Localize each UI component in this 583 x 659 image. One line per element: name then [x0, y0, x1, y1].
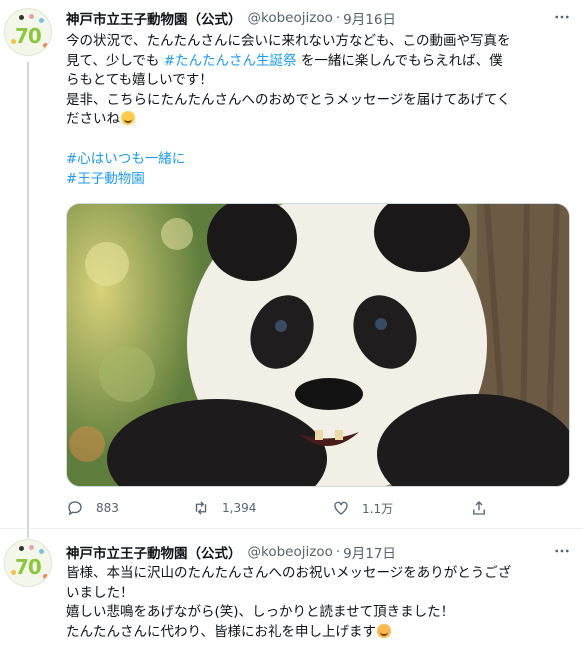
text-segment: ださいね [66, 111, 120, 127]
tweet-text: 今の状況で、たんたんさんに会いに来れない方なども、この動画や写真を 見て、少しで… [66, 32, 578, 130]
tweet-text-line: いました！ [66, 584, 134, 601]
avatar[interactable]: 70 [4, 8, 52, 56]
hashtag-link[interactable]: #王子動物園 [66, 170, 578, 190]
more-icon[interactable] [550, 8, 574, 28]
reply-count: 883 [96, 501, 119, 515]
tweet-1[interactable]: 70 神戸市立王子動物園（公式） @kobeojizoo · 9月16日 今の状… [0, 0, 583, 538]
heart-icon [334, 501, 348, 515]
text-segment: たんたんさんに代わり、皆様にお礼を申し上げます [66, 623, 376, 640]
retweet-count: 1,394 [222, 501, 257, 515]
tweet-2[interactable]: 70 神戸市立王子動物園（公式） @kobeojizoo · 9月17日 皆様、… [0, 529, 583, 659]
hashtag-link[interactable]: #心はいつも一緒に [66, 150, 578, 170]
hashtag-list: #心はいつも一緒に #王子動物園 [66, 150, 578, 189]
author-handle[interactable]: @kobeojizoo [248, 544, 333, 560]
text-segment: 見て、少しでも [66, 52, 164, 69]
avatar[interactable]: 70 [4, 539, 52, 587]
retweet-button[interactable]: 1,394 [192, 498, 256, 518]
reply-icon [68, 501, 82, 516]
author-handle[interactable]: @kobeojizoo [248, 10, 333, 26]
share-icon [473, 501, 485, 515]
smile-emoji-icon [376, 623, 391, 638]
tweet-text-line: ださいね [66, 110, 578, 130]
tweet-photo[interactable] [66, 203, 570, 487]
reply-button[interactable]: 883 [66, 498, 119, 518]
tweet-text-line: らもとても嬉しいです！ [66, 72, 213, 88]
text-segment: を一緒に楽しんでもらえれば、僕 [296, 52, 503, 69]
tweet-text-line: 今の状況で、たんたんさんに会いに来れない方なども、この動画や写真を [66, 33, 511, 49]
separator-dot: · [335, 10, 341, 26]
tweet-date[interactable]: 9月16日 [343, 8, 396, 28]
tweet-text: 皆様、本当に沢山のたんたんさんへのお祝いメッセージをありがとうござ いました！ … [66, 564, 578, 642]
hashtag-link[interactable]: #たんたんさん生誕祭 [164, 53, 297, 69]
tweet-text-line: 見て、少しでも #たんたんさん生誕祭 を一緒に楽しんでもらえれば、僕 [66, 52, 578, 72]
like-count: 1.1万 [362, 501, 394, 516]
avatar-logo-text: 70 [15, 24, 42, 48]
tweet-header: 神戸市立王子動物園（公式） @kobeojizoo · 9月17日 [66, 542, 396, 562]
author-name[interactable]: 神戸市立王子動物園（公式） [66, 542, 242, 562]
separator-dot: · [335, 544, 341, 560]
tweet-text-line: 嬉しい悲鳴をあげながら(笑)、しっかりと読ませて頂きました！ [66, 604, 455, 620]
tweet-actions: 883 1,394 1.1万 [66, 498, 526, 518]
retweet-icon [195, 501, 207, 515]
thread-connector-line [27, 62, 29, 538]
tweet-text-line: たんたんさんに代わり、皆様にお礼を申し上げます [66, 623, 578, 643]
tweet-text-line: 是非、こちらにたんたんさんへのおめでとうメッセージを届けてあげてく [66, 91, 511, 108]
avatar-logo-text: 70 [15, 555, 42, 579]
author-name[interactable]: 神戸市立王子動物園（公式） [66, 8, 242, 28]
more-icon[interactable] [550, 542, 574, 562]
tweet-header: 神戸市立王子動物園（公式） @kobeojizoo · 9月16日 [66, 8, 396, 28]
like-button[interactable]: 1.1万 [332, 498, 393, 518]
tweet-date[interactable]: 9月17日 [343, 542, 396, 562]
share-button[interactable] [470, 498, 500, 518]
smile-emoji-icon [121, 111, 135, 125]
tweet-text-line: 皆様、本当に沢山のたんたんさんへのお祝いメッセージをありがとうござ [66, 565, 512, 581]
panda-image [67, 204, 569, 486]
